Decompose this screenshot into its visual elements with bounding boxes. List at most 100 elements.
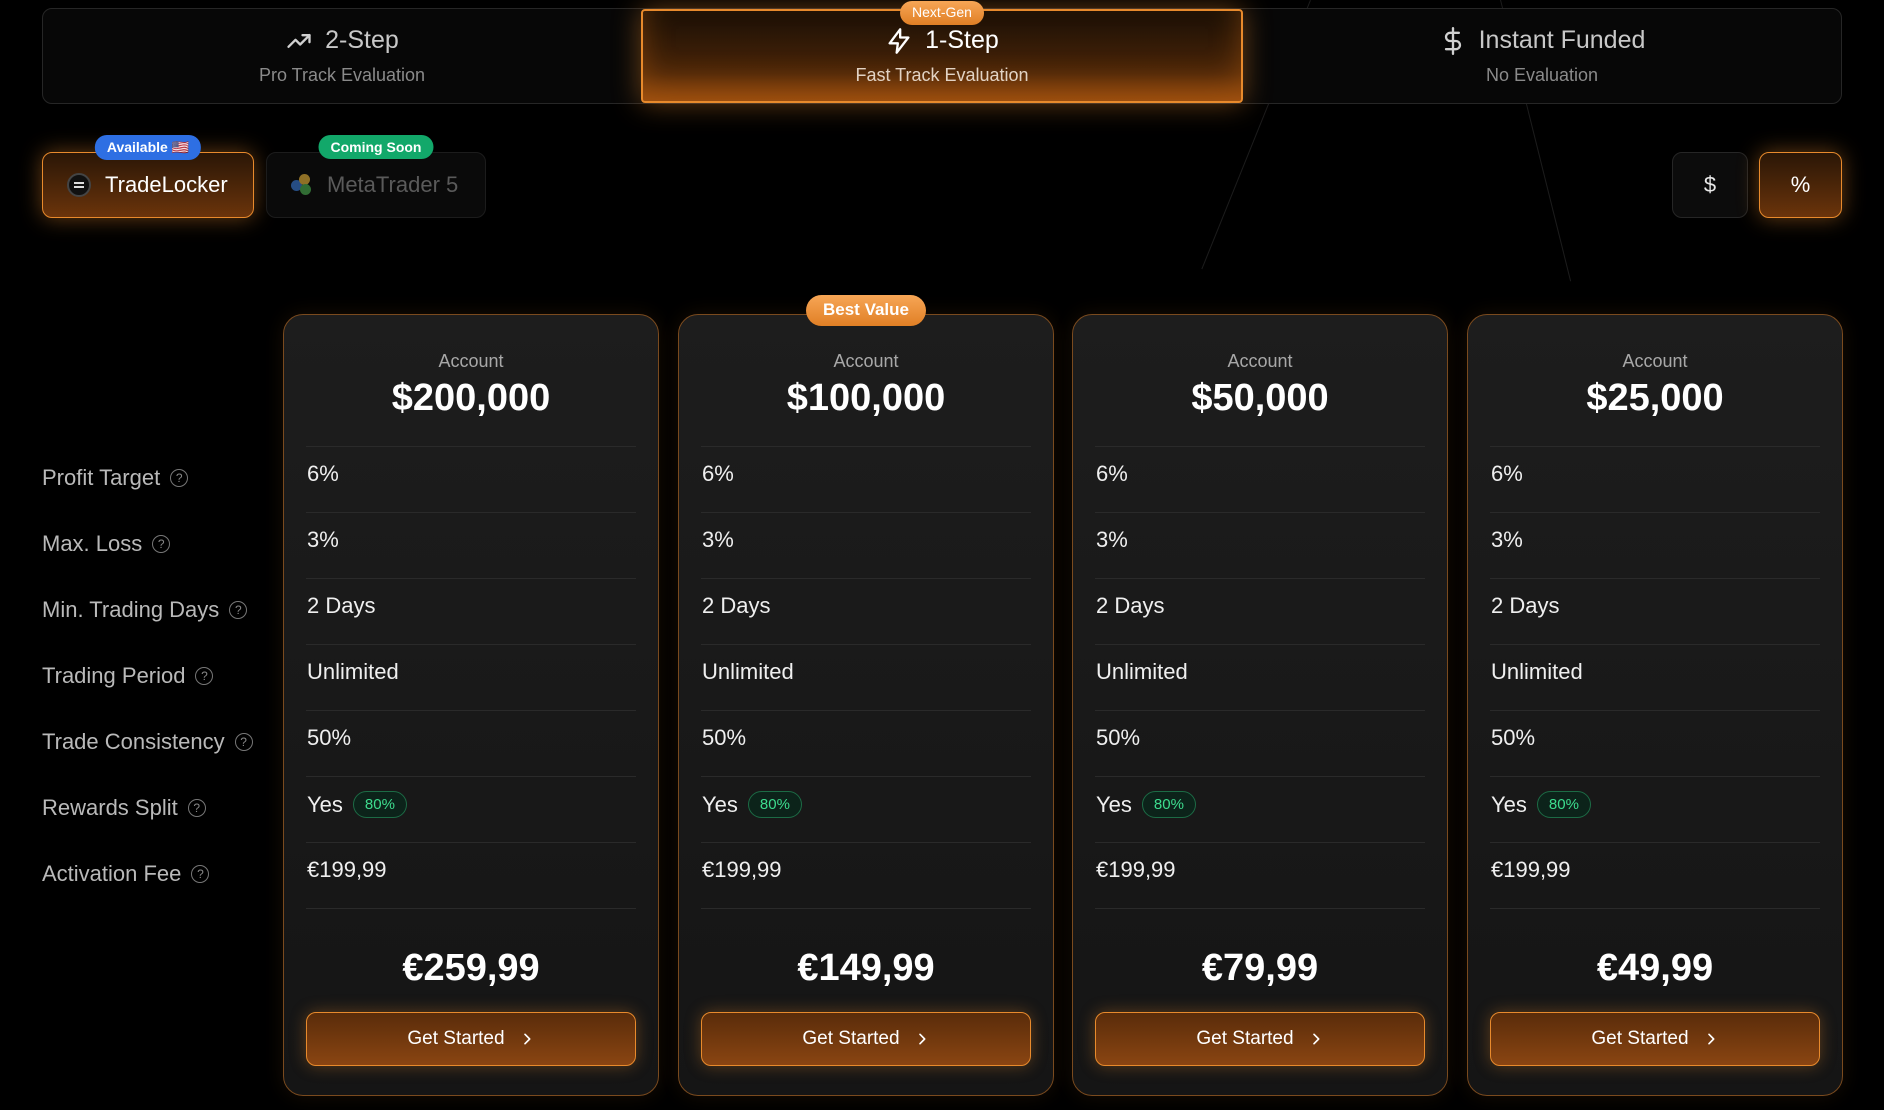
account-size: $100,000 [786, 377, 946, 419]
available-badge: Available 🇺🇸 [94, 135, 202, 160]
max-loss-value: 3% [702, 527, 734, 552]
tab-subtitle: Fast Track Evaluation [855, 65, 1029, 85]
price: €49,99 [1596, 947, 1714, 989]
profit-target-value: 6% [1491, 461, 1523, 486]
chevron-right-icon [1312, 1033, 1320, 1045]
account-label: Account [1622, 351, 1688, 371]
help-icon[interactable]: ? [170, 469, 189, 487]
row-divider [701, 710, 1031, 711]
row-divider [701, 644, 1031, 645]
rewards-split-value: Yes 80% [1491, 791, 1591, 818]
row-divider [701, 842, 1031, 843]
max-loss-value: 3% [307, 527, 339, 552]
metatrader-logo-icon [291, 174, 313, 196]
evaluation-type-tabs: 2-Step Pro Track Evaluation Next-Gen 1-S… [42, 1, 1842, 104]
best-value-badge: Best Value [806, 295, 926, 326]
min-days-value: 2 Days [1491, 593, 1560, 618]
pricing-card: Best Value Account $100,000 6% 3% 2 Days Unlim… [678, 295, 1054, 1096]
split-percent-badge: 80% [352, 791, 407, 818]
row-divider [1095, 578, 1425, 579]
row-divider [701, 446, 1031, 447]
row-divider [306, 512, 636, 513]
split-percent-badge: 80% [747, 791, 802, 818]
activation-fee-value: €199,99 [702, 857, 782, 882]
tab-subtitle: No Evaluation [1485, 65, 1599, 85]
row-label-activation-fee: Activation Fee? [42, 861, 210, 887]
row-label-rewards-split: Rewards Split? [42, 795, 206, 821]
row-divider [306, 644, 636, 645]
help-icon[interactable]: ? [191, 865, 210, 883]
help-icon[interactable]: ? [229, 601, 248, 619]
dollar-icon [1444, 26, 1461, 55]
period-value: Unlimited [307, 659, 399, 684]
consistency-value: 50% [1491, 725, 1536, 750]
trending-up-icon [287, 33, 311, 48]
row-divider [306, 908, 636, 909]
account-label: Account [1227, 351, 1293, 371]
currency-percent-toggle[interactable]: % [1759, 152, 1842, 218]
get-started-button[interactable]: Get Started [701, 1012, 1031, 1066]
next-gen-badge: Next-Gen [900, 1, 984, 25]
row-divider [1095, 644, 1425, 645]
row-divider [701, 512, 1031, 513]
activation-fee-value: €199,99 [307, 857, 387, 882]
get-started-button[interactable]: Get Started [306, 1012, 636, 1066]
tab-1-step[interactable]: Next-Gen 1-Step Fast Track Evaluation [641, 1, 1243, 103]
coming-soon-badge: Coming Soon [318, 135, 434, 159]
help-icon[interactable]: ? [187, 799, 206, 817]
row-divider [1490, 644, 1820, 645]
get-started-button[interactable]: Get Started [1490, 1012, 1820, 1066]
min-days-value: 2 Days [702, 593, 771, 618]
row-divider [306, 710, 636, 711]
help-icon[interactable]: ? [195, 667, 214, 685]
row-divider [306, 776, 636, 777]
row-label-min-trading-days: Min. Trading Days? [42, 597, 248, 623]
row-divider [1490, 710, 1820, 711]
row-divider [1095, 446, 1425, 447]
consistency-value: 50% [702, 725, 747, 750]
account-label: Account [438, 351, 504, 371]
platform-metatrader5-button[interactable]: Coming Soon MetaTrader 5 [266, 135, 486, 218]
max-loss-value: 3% [1491, 527, 1523, 552]
pricing-card: Account $25,000 6% 3% 2 Days Unlimited 50% Yes 8… [1467, 314, 1843, 1096]
row-divider [1095, 776, 1425, 777]
row-divider [306, 842, 636, 843]
row-divider [1095, 908, 1425, 909]
min-days-value: 2 Days [307, 593, 376, 618]
tab-2-step[interactable]: 2-Step Pro Track Evaluation [43, 9, 641, 103]
row-label-trade-consistency: Trade Consistency? [42, 729, 253, 755]
max-loss-value: 3% [1096, 527, 1128, 552]
currency-dollar-toggle[interactable]: $ [1672, 152, 1748, 218]
help-icon[interactable]: ? [234, 733, 253, 751]
help-icon[interactable]: ? [152, 535, 171, 553]
row-divider [1095, 842, 1425, 843]
get-started-button[interactable]: Get Started [1095, 1012, 1425, 1066]
chevron-right-icon [918, 1033, 926, 1045]
row-divider [701, 776, 1031, 777]
tab-instant-funded[interactable]: Instant Funded No Evaluation [1243, 9, 1841, 103]
period-value: Unlimited [702, 659, 794, 684]
rewards-split-value: Yes 80% [1096, 791, 1196, 818]
profit-target-value: 6% [702, 461, 734, 486]
platform-tradelocker-button[interactable]: Available 🇺🇸 TradeLocker [42, 135, 254, 218]
row-divider [1490, 578, 1820, 579]
profit-target-value: 6% [307, 461, 339, 486]
price: €259,99 [402, 947, 540, 989]
activation-fee-value: €199,99 [1491, 857, 1571, 882]
account-size: $50,000 [1191, 377, 1329, 419]
tab-title: 2-Step [325, 26, 399, 54]
pricing-card: Account $200,000 6% 3% 2 Days Unlimited 50% Yes… [283, 314, 659, 1096]
tab-title: 1-Step [925, 26, 999, 54]
rewards-split-value: Yes 80% [307, 791, 407, 818]
row-label-profit-target: Profit Target? [42, 465, 189, 491]
row-divider [701, 578, 1031, 579]
chevron-right-icon [523, 1033, 531, 1045]
platform-label: TradeLocker [105, 172, 228, 197]
account-size: $200,000 [391, 377, 551, 419]
period-value: Unlimited [1491, 659, 1583, 684]
row-divider [1490, 512, 1820, 513]
pricing-card: Account $50,000 6% 3% 2 Days Unlimited 50% Yes 8… [1072, 314, 1448, 1096]
consistency-value: 50% [307, 725, 352, 750]
price: €79,99 [1201, 947, 1319, 989]
row-divider [306, 446, 636, 447]
